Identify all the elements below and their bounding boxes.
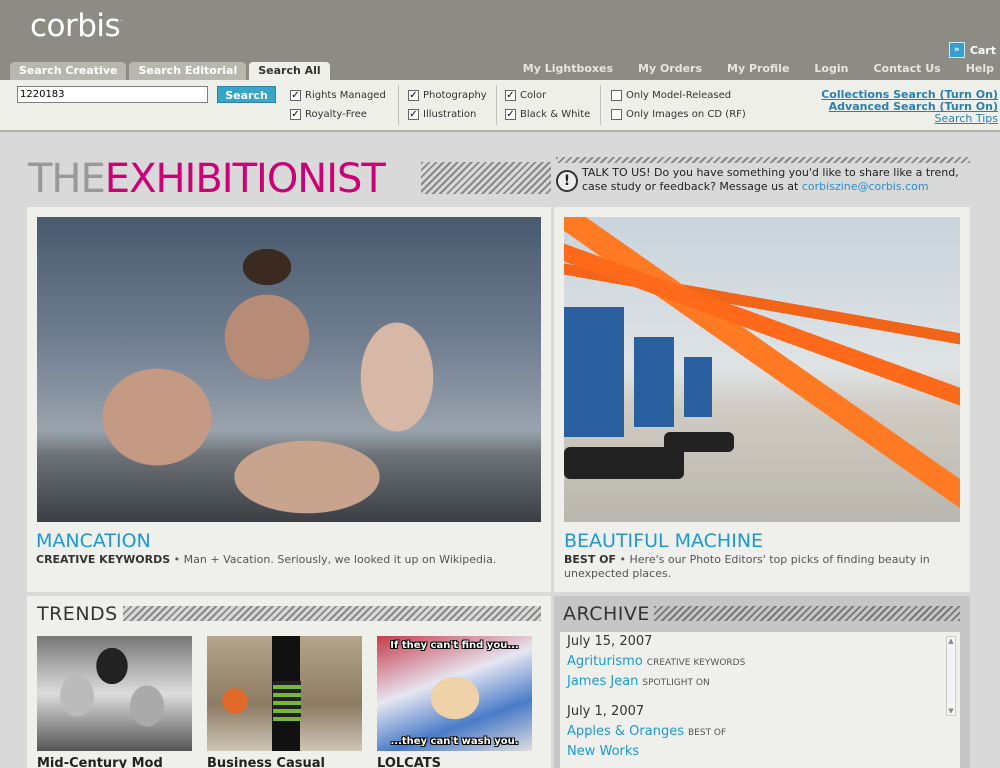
- archive-item: New Works: [567, 744, 639, 759]
- filter-rights-managed[interactable]: ✓ Rights Managed: [290, 90, 386, 101]
- nav-my-orders[interactable]: My Orders: [638, 62, 702, 75]
- checkbox-checked-icon[interactable]: ✓: [408, 90, 419, 101]
- divider: [600, 85, 601, 125]
- scroll-up-icon[interactable]: ▲: [947, 637, 955, 645]
- nav-help[interactable]: Help: [966, 62, 994, 75]
- corbis-logo[interactable]: corbis.: [30, 8, 123, 44]
- archive-item: James Jean SPOTLIGHT ON: [567, 674, 710, 689]
- feature-mancation: MANCATION CREATIVE KEYWORDS • Man + Vaca…: [27, 207, 551, 592]
- feature-title[interactable]: BEAUTIFUL MACHINE: [564, 530, 763, 552]
- nav-contact-us[interactable]: Contact Us: [873, 62, 940, 75]
- filter-model-released[interactable]: Only Model-Released: [611, 90, 731, 101]
- trends-heading: TRENDS: [37, 603, 118, 625]
- filter-royalty-free[interactable]: ✓ Royalty-Free: [290, 109, 367, 120]
- checkbox-unchecked-icon[interactable]: [611, 90, 622, 101]
- exhibitionist-banner: THEEXHIBITIONIST ! TALK TO US! Do you ha…: [28, 152, 970, 202]
- trend-label[interactable]: LOLCATS: [377, 756, 441, 768]
- feature-description: BEST OF • Here's our Photo Editors' top …: [564, 553, 930, 580]
- checkbox-checked-icon[interactable]: ✓: [505, 109, 516, 120]
- tab-search-creative[interactable]: Search Creative: [10, 62, 127, 80]
- filter-images-on-cd[interactable]: Only Images on CD (RF): [611, 109, 746, 120]
- divider: [496, 85, 497, 125]
- archive-item: Apples & Oranges BEST OF: [567, 724, 727, 739]
- archive-scrollbar[interactable]: ▲ ▼: [946, 636, 956, 716]
- checkbox-checked-icon[interactable]: ✓: [290, 90, 301, 101]
- filter-photography[interactable]: ✓ Photography: [408, 90, 487, 101]
- decorative-stripes: [556, 157, 970, 163]
- exhibitionist-logo: THEEXHIBITIONIST: [28, 156, 386, 202]
- archive-list: July 15, 2007 Agriturismo CREATIVE KEYWOR…: [560, 632, 960, 768]
- nav-my-profile[interactable]: My Profile: [727, 62, 789, 75]
- tab-search-all[interactable]: Search All: [249, 62, 330, 80]
- filter-black-white[interactable]: ✓ Black & White: [505, 109, 590, 120]
- search-tips-link[interactable]: Search Tips: [821, 113, 998, 125]
- exclamation-icon: !: [556, 170, 578, 192]
- search-button[interactable]: Search: [217, 86, 276, 103]
- trend-thumbnail-lolcats[interactable]: If they can't find you... ...they can't …: [377, 636, 532, 751]
- scroll-down-icon[interactable]: ▼: [947, 707, 955, 715]
- search-bar: Search ✓ Rights Managed ✓ Royalty-Free ✓…: [0, 80, 1000, 132]
- filter-color[interactable]: ✓ Color: [505, 90, 546, 101]
- talk-to-us: ! TALK TO US! Do you have something you'…: [556, 166, 966, 194]
- tab-search-editorial[interactable]: Search Editorial: [129, 62, 247, 80]
- archive-item: Agriturismo CREATIVE KEYWORDS: [567, 654, 746, 669]
- checkbox-checked-icon[interactable]: ✓: [505, 90, 516, 101]
- archive-date: July 15, 2007: [567, 634, 653, 649]
- decorative-stripes: [654, 606, 960, 621]
- checkbox-checked-icon[interactable]: ✓: [290, 109, 301, 120]
- search-input[interactable]: [17, 86, 208, 103]
- decorative-stripes: [421, 162, 551, 194]
- email-link[interactable]: corbiszine@corbis.com: [802, 180, 929, 193]
- nav-my-lightboxes[interactable]: My Lightboxes: [523, 62, 613, 75]
- trend-thumbnail-business-casual[interactable]: [207, 636, 362, 751]
- divider: [398, 85, 399, 125]
- trends-section: TRENDS If they can't find you... ...they…: [27, 596, 551, 768]
- feature-description: CREATIVE KEYWORDS • Man + Vacation. Seri…: [36, 553, 497, 566]
- beautiful-machine-photo[interactable]: [564, 217, 960, 522]
- archive-link[interactable]: Apples & Oranges: [567, 724, 684, 739]
- trend-label[interactable]: Business Casual: [207, 756, 325, 768]
- checkbox-checked-icon[interactable]: ✓: [408, 109, 419, 120]
- cart-label: Cart: [969, 43, 996, 57]
- feature-beautiful-machine: BEAUTIFUL MACHINE BEST OF • Here's our P…: [554, 207, 970, 592]
- archive-link[interactable]: New Works: [567, 744, 639, 759]
- trend-label[interactable]: Mid-Century Mod: [37, 756, 163, 768]
- archive-link[interactable]: Agriturismo: [567, 654, 643, 669]
- archive-link[interactable]: James Jean: [567, 674, 638, 689]
- feature-title[interactable]: MANCATION: [36, 530, 151, 552]
- site-header: corbis. » Cart Search Creative Search Ed…: [0, 0, 1000, 80]
- filter-illustration[interactable]: ✓ Illustration: [408, 109, 476, 120]
- trend-thumbnail-mid-century-mod[interactable]: [37, 636, 192, 751]
- checkbox-unchecked-icon[interactable]: [611, 109, 622, 120]
- archive-section: ARCHIVE July 15, 2007 Agriturismo CREATIV…: [554, 596, 970, 768]
- archive-date: July 1, 2007: [567, 704, 645, 719]
- nav-login[interactable]: Login: [814, 62, 848, 75]
- cart-link[interactable]: » Cart: [948, 42, 996, 58]
- cart-icon: »: [948, 42, 965, 58]
- archive-heading: ARCHIVE: [563, 603, 650, 625]
- search-tabs: Search Creative Search Editorial Search …: [10, 62, 330, 80]
- mancation-photo[interactable]: [37, 217, 541, 522]
- decorative-stripes: [123, 606, 541, 621]
- search-options-links: Collections Search (Turn On) Advanced Se…: [821, 89, 998, 125]
- account-nav: My Lightboxes My Orders My Profile Login…: [498, 62, 994, 75]
